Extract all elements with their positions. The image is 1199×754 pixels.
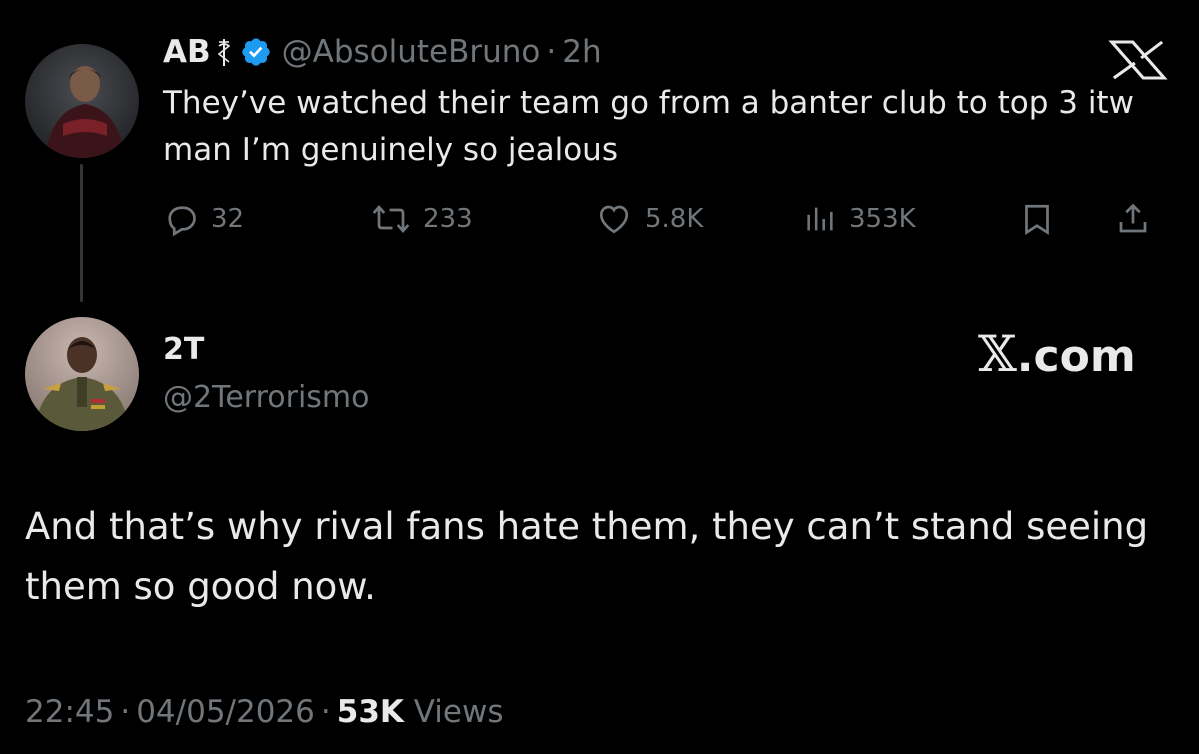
reply-icon: [168, 206, 196, 237]
main-display-name[interactable]: 2T: [163, 330, 204, 370]
parent-tweet-header: AB @AbsoluteBruno · 2h: [163, 30, 602, 74]
tweet-metadata: 22:45 · 04/05/2026 · 53K Views: [25, 690, 504, 734]
bookmark-icon: [1025, 204, 1049, 235]
repost-button[interactable]: 233: [371, 196, 473, 242]
like-count: 5.8K: [645, 204, 704, 234]
bookmark-button[interactable]: [1019, 196, 1055, 242]
main-tweet-text: And that’s why rival fans hate them, the…: [25, 505, 1149, 608]
parent-tweet-text: They’ve watched their team go from a ban…: [163, 85, 1134, 168]
x-com-watermark: 𝕏.com: [978, 325, 1136, 383]
reply-count: 32: [211, 204, 245, 234]
main-avatar[interactable]: [25, 317, 139, 431]
meta-separator: ·: [320, 694, 331, 730]
reply-button[interactable]: 32: [163, 196, 244, 242]
parent-display-name[interactable]: AB: [163, 30, 211, 74]
header-separator: ·: [546, 34, 557, 70]
x-logo-icon: 𝕏: [978, 325, 1017, 383]
parent-avatar[interactable]: [25, 44, 139, 158]
analytics-icon: [807, 207, 833, 231]
x-logo-icon: [1104, 40, 1171, 80]
parent-timestamp[interactable]: 2h: [562, 30, 601, 74]
verified-badge-icon: [240, 36, 272, 68]
thread-connector-line: [80, 164, 83, 302]
repost-count: 233: [423, 204, 473, 234]
tweet-views-label: Views: [413, 694, 504, 730]
repost-icon: [372, 204, 410, 234]
share-button[interactable]: [1115, 196, 1151, 242]
tweet-time[interactable]: 22:45: [25, 694, 114, 730]
views-button[interactable]: 353K: [803, 196, 916, 242]
main-handle[interactable]: @2Terrorismo: [163, 376, 369, 420]
watermark-domain-suffix: .com: [1016, 331, 1136, 382]
heart-icon: [599, 205, 629, 234]
caduceus-icon: [216, 37, 232, 67]
tweet-views-count[interactable]: 53K: [337, 694, 404, 730]
parent-action-bar: 32 233 5.8K 353K: [163, 196, 1173, 242]
views-count: 353K: [849, 204, 916, 234]
share-icon: [1119, 203, 1147, 233]
meta-separator: ·: [120, 694, 131, 730]
like-button[interactable]: 5.8K: [595, 196, 703, 242]
parent-handle[interactable]: @AbsoluteBruno: [282, 30, 541, 74]
tweet-screenshot: AB @AbsoluteBruno · 2h They’ve watched t…: [0, 0, 1199, 754]
tweet-date[interactable]: 04/05/2026: [136, 694, 315, 730]
